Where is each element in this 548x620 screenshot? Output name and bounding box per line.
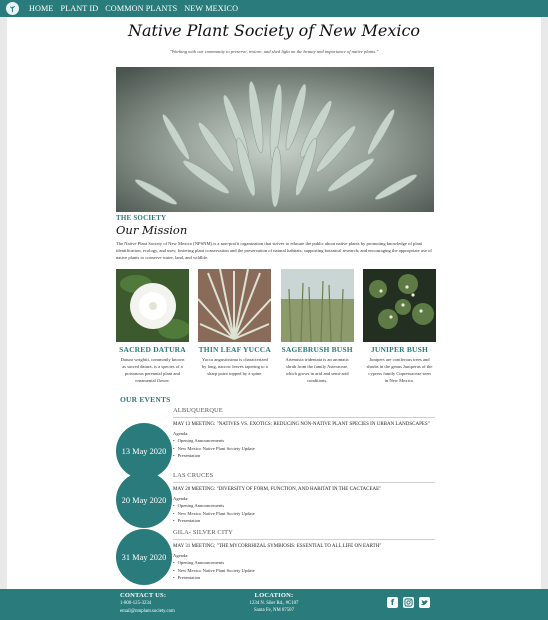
agenda-item: Opening Announcements [173,559,435,567]
mission-text: The Native Plant Society of New Mexico (… [116,241,432,260]
plant-card[interactable]: SAGEBRUSH BUSH Artemisia tridentata is a… [280,269,354,384]
agenda-item: New Mexico Native Plant Society Update [173,445,435,453]
events-title: OUR EVENTS [120,395,171,404]
agenda-label: Agenda: [173,553,189,558]
contact-phone[interactable]: 1-800-125-3234 [120,600,175,607]
plant-name: THIN LEAF YUCCA [198,345,272,354]
sagebrush-bush-image [280,269,354,342]
contact-email[interactable]: email@nmplant.society.com [120,608,175,615]
tagline: "Working with our community to preserve,… [169,49,379,54]
plant-card[interactable]: SACRED DATURA Datura wrightii, commonly … [116,269,189,384]
footer: CONTACT US: 1-800-125-3234 email@nmplant… [0,589,548,620]
nav-common-plants[interactable]: COMMON PLANTS [105,4,177,13]
event-info: MAY 31 MEETING: "THE MYCORRHIZAL SYMBIOS… [173,539,435,582]
agenda-item: Opening Announcements [173,502,435,510]
event-headline[interactable]: MAY 31 MEETING: "THE MYCORRHIZAL SYMBIOS… [173,543,435,550]
plant-desc: Junipers are coniferous trees and shrubs… [366,357,433,383]
nav-new-mexico[interactable]: NEW MEXICO [184,4,238,13]
agenda-item: Presentation [173,517,435,525]
plant-card[interactable]: THIN LEAF YUCCA Yucca angustissima is ch… [198,269,272,384]
plant-desc: Datura wrightii, commonly known as sacre… [120,357,185,383]
sacred-datura-image [116,269,189,342]
society-kicker: THE SOCIETY [116,214,167,222]
contact-title: CONTACT US: [120,592,167,599]
main-content: Native Plant Society of New Mexico "Work… [7,17,541,589]
agenda-list: Opening Announcements New Mexico Native … [173,502,435,525]
top-nav: HOME PLANT ID COMMON PLANTS NEW MEXICO [0,0,548,17]
social-links: f [387,597,430,608]
plant-desc: Artemisia tridentata is an aromatic shru… [285,357,349,383]
nav-home[interactable]: HOME [29,4,54,13]
agenda-item: Presentation [173,574,435,582]
address-line-2: Santa Fe, NM 87507 [254,608,294,613]
event-headline[interactable]: MAY 20 MEETING: "DIVERSITY OF FORM, FUNC… [173,486,435,493]
event-city: LAS CRUCES [173,472,214,479]
event-date-badge: 31 May 2020 [116,529,172,585]
event-date-badge: 20 May 2020 [116,472,172,528]
instagram-icon[interactable] [403,597,414,608]
agenda-item: New Mexico Native Plant Society Update [173,567,435,575]
location-title: LOCATION: [254,592,294,599]
footer-location: LOCATION: 1234 N. Siler Rd., #C107 Santa… [230,592,318,614]
footer-contact: CONTACT US: 1-800-125-3234 email@nmplant… [120,592,175,615]
agenda-item: New Mexico Native Plant Society Update [173,510,435,518]
agenda-list: Opening Announcements New Mexico Native … [173,437,435,460]
event-headline[interactable]: MAY 13 MEETING: "NATIVES VS. EXOTICS: RE… [173,421,435,428]
agenda-list: Opening Announcements New Mexico Native … [173,559,435,582]
twitter-icon[interactable] [419,597,430,608]
plant-name: SAGEBRUSH BUSH [281,345,353,354]
event-date-badge: 13 May 2020 [116,423,172,479]
event-info: MAY 20 MEETING: "DIVERSITY OF FORM, FUNC… [173,482,435,525]
plant-name: JUNIPER BUSH [370,345,429,354]
address-line-1: 1234 N. Siler Rd., #C107 [249,601,299,606]
logo-icon[interactable] [6,2,19,15]
plant-desc: Yucca angustissima is characterized by l… [201,357,268,376]
event-city: GILA- SILVER CITY [173,529,233,536]
mission-title: Our Mission [116,223,188,237]
nav-plant-id[interactable]: PLANT ID [61,4,99,13]
hero-image [116,67,434,212]
thin-leaf-yucca-image [198,269,272,342]
agenda-label: Agenda: [173,496,189,501]
page-title: Native Plant Society of New Mexico [127,21,421,40]
event-info: MAY 13 MEETING: "NATIVES VS. EXOTICS: RE… [173,417,435,460]
agenda-label: Agenda: [173,431,189,436]
plant-cards: SACRED DATURA Datura wrightii, commonly … [116,269,436,384]
plant-card[interactable]: JUNIPER BUSH Junipers are coniferous tre… [362,269,436,384]
agenda-item: Presentation [173,452,435,460]
agenda-item: Opening Announcements [173,437,435,445]
facebook-icon[interactable]: f [387,597,398,608]
plant-name: SACRED DATURA [119,345,186,354]
juniper-bush-image [362,269,436,342]
event-city: ALBUQUERQUE [173,407,223,414]
